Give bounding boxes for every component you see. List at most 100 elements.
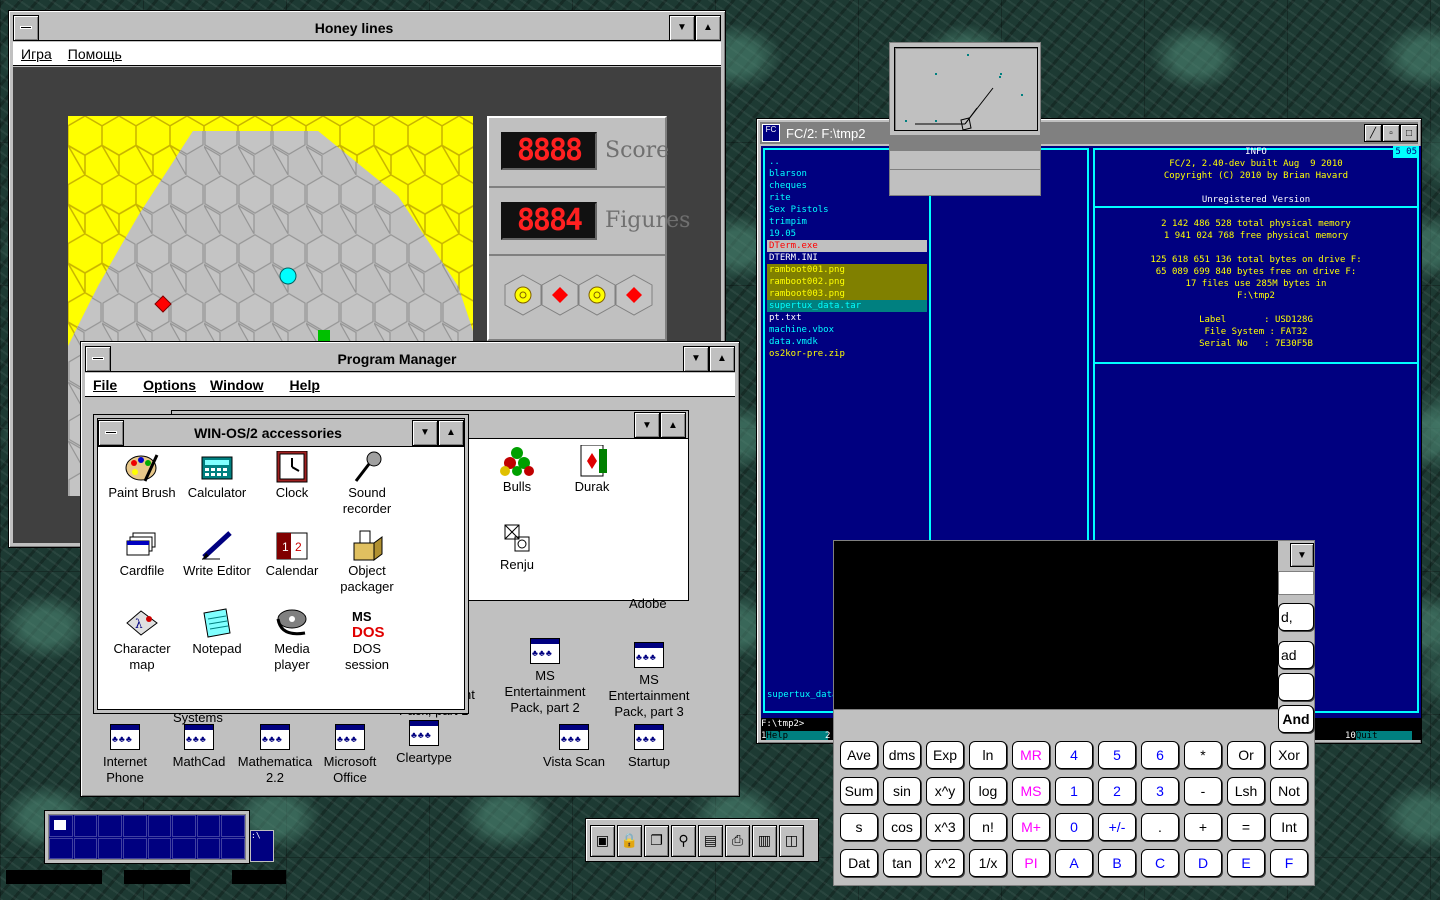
calc-key-0-7[interactable]: 6 <box>1141 741 1179 769</box>
calc-key-1-7[interactable]: 3 <box>1141 777 1179 805</box>
calc-key-2-7[interactable]: . <box>1141 813 1179 841</box>
file-entry[interactable]: DTERM.INI <box>767 252 927 264</box>
calc-key-3-10[interactable]: F <box>1270 849 1308 877</box>
vista-scan-group[interactable]: Vista Scan <box>534 724 614 770</box>
pm-maximize-button[interactable]: ▲ <box>709 345 735 372</box>
file-entry[interactable]: ramboot003.png <box>767 288 927 300</box>
maximize-button[interactable]: ▲ <box>695 14 721 41</box>
menu-help[interactable]: Help <box>290 377 320 393</box>
calc-key-0-4[interactable]: MR <box>1012 741 1050 769</box>
calc-key-2-10[interactable]: Int <box>1270 813 1308 841</box>
acc-minimize-button[interactable]: ▼ <box>412 419 438 446</box>
drive-icon[interactable]: ◫ <box>779 825 804 857</box>
calc-key-3-2[interactable]: x^2 <box>926 849 964 877</box>
bulls-item[interactable]: Bulls <box>477 445 557 495</box>
calc-key-3-3[interactable]: 1/x <box>969 849 1007 877</box>
folder-icon[interactable]: ▥ <box>752 825 777 857</box>
calc-key-1-2[interactable]: x^y <box>926 777 964 805</box>
calc-key-1-9[interactable]: Lsh <box>1227 777 1265 805</box>
calc-key-3-9[interactable]: E <box>1227 849 1265 877</box>
fc2-app-icon[interactable]: FC <box>762 124 780 142</box>
calc-key-1-10[interactable]: Not <box>1270 777 1308 805</box>
accessory-sound-recorder[interactable]: Sound recorder <box>327 451 407 517</box>
accessory-write-editor[interactable]: Write Editor <box>177 529 257 579</box>
calc-key-0-8[interactable]: * <box>1184 741 1222 769</box>
calc-button-and[interactable]: And <box>1278 705 1314 733</box>
calc-key-0-6[interactable]: 5 <box>1098 741 1136 769</box>
accessory-calculator[interactable]: Calculator <box>177 451 257 501</box>
fc2-close-button[interactable]: ╱ <box>1364 124 1382 142</box>
calc-key-2-4[interactable]: M+ <box>1012 813 1050 841</box>
calc-key-2-0[interactable]: s <box>840 813 878 841</box>
calc-key-1-3[interactable]: log <box>969 777 1007 805</box>
file-entry[interactable]: machine.vbox <box>767 324 927 336</box>
menu-options[interactable]: Options <box>143 377 196 393</box>
calc-key-3-1[interactable]: tan <box>883 849 921 877</box>
calc-key-1-0[interactable]: Sum <box>840 777 878 805</box>
fc2-minimize-button[interactable]: ▫ <box>1382 124 1400 142</box>
renju-item[interactable]: Renju <box>477 523 557 573</box>
monitor-icon[interactable]: ▣ <box>590 825 615 857</box>
lock-icon[interactable]: 🔒 <box>617 825 642 857</box>
accessory-object-packager[interactable]: Object packager <box>327 529 407 595</box>
file-entry[interactable]: data.vmdk <box>767 336 927 348</box>
calc-key-0-1[interactable]: dms <box>883 741 921 769</box>
calc-button-partial-d[interactable]: d, <box>1278 603 1314 631</box>
file-entry[interactable]: os2kor-pre.zip <box>767 348 927 360</box>
file-entry[interactable]: 19.05 <box>767 228 927 240</box>
minimize-button[interactable]: ▼ <box>669 14 695 41</box>
calc-key-1-8[interactable]: - <box>1184 777 1222 805</box>
calc-key-0-10[interactable]: Xor <box>1270 741 1308 769</box>
file-entry[interactable]: ramboot001.png <box>767 264 927 276</box>
accessory-dos-session[interactable]: MS DOS DOS session <box>327 607 407 673</box>
calc-key-2-3[interactable]: n! <box>969 813 1007 841</box>
calc-key-1-4[interactable]: MS <box>1012 777 1050 805</box>
accessory-calendar[interactable]: 1 2 Calendar <box>252 529 332 579</box>
calc-key-0-3[interactable]: ln <box>969 741 1007 769</box>
magnifier-icon[interactable]: ⚲ <box>671 825 696 857</box>
calc-key-3-8[interactable]: D <box>1184 849 1222 877</box>
menu-help[interactable]: Помощь <box>68 46 122 62</box>
games-minimize-button[interactable]: ▼ <box>634 412 660 438</box>
mini-desktop-pager[interactable] <box>44 810 250 864</box>
calc-button-partial-blank[interactable] <box>1278 673 1314 701</box>
file-entry[interactable]: DTerm.exe <box>767 240 927 252</box>
accessory-clock[interactable]: Clock <box>252 450 332 501</box>
acc-system-menu-button[interactable] <box>98 419 124 446</box>
calc-button-partial-ad[interactable]: ad <box>1278 641 1314 669</box>
fc2-title-bar[interactable]: FC FC/2: F:\tmp2 ╱ ▫ □ <box>760 122 1418 144</box>
pm-system-menu-button[interactable] <box>85 345 111 372</box>
file-entry[interactable]: pt.txt <box>767 312 927 324</box>
save-icon[interactable]: ▤ <box>698 825 723 857</box>
fkey-help[interactable]: 1Help <box>761 730 829 740</box>
honey-title-bar[interactable]: Honey lines ▼ ▲ <box>13 14 721 41</box>
file-entry[interactable]: ramboot002.png <box>767 276 927 288</box>
file-entry[interactable]: trimpim <box>767 216 927 228</box>
microsoft-office-group[interactable]: Microsoft Office <box>310 724 390 786</box>
durak-item[interactable]: Durak <box>552 444 632 495</box>
printer-icon[interactable]: ⎙ <box>725 825 750 857</box>
mini-terminal-icon[interactable]: :\ <box>250 830 274 862</box>
menu-file[interactable]: File <box>93 377 117 393</box>
calc-key-0-5[interactable]: 4 <box>1055 741 1093 769</box>
clock-widget[interactable] <box>889 42 1041 196</box>
calc-key-3-6[interactable]: B <box>1098 849 1136 877</box>
windows-icon[interactable]: ❐ <box>644 825 669 857</box>
fc2-maximize-button[interactable]: □ <box>1400 124 1418 142</box>
cleartype-group[interactable]: Cleartype <box>384 720 464 766</box>
fkey-quit[interactable]: 10Quit <box>1345 730 1412 740</box>
accessory-notepad[interactable]: Notepad <box>177 607 257 657</box>
calc-key-1-1[interactable]: sin <box>883 777 921 805</box>
calc-key-2-8[interactable]: + <box>1184 813 1222 841</box>
menu-window[interactable]: Window <box>210 377 264 393</box>
calc-key-1-6[interactable]: 2 <box>1098 777 1136 805</box>
mathematica-group[interactable]: Mathematica 2.2 <box>227 724 323 786</box>
pm-title-bar[interactable]: Program Manager ▼ ▲ <box>85 345 735 372</box>
internet-phone-group[interactable]: Internet Phone <box>85 724 165 786</box>
ms-entertainment-pack-2[interactable]: MS Entertainment Pack, part 2 <box>495 638 595 716</box>
system-menu-button[interactable] <box>13 14 39 41</box>
fkey-2[interactable]: 2 <box>825 730 830 740</box>
calc-key-3-0[interactable]: Dat <box>840 849 878 877</box>
calc-key-2-5[interactable]: 0 <box>1055 813 1093 841</box>
pm-minimize-button[interactable]: ▼ <box>683 345 709 372</box>
